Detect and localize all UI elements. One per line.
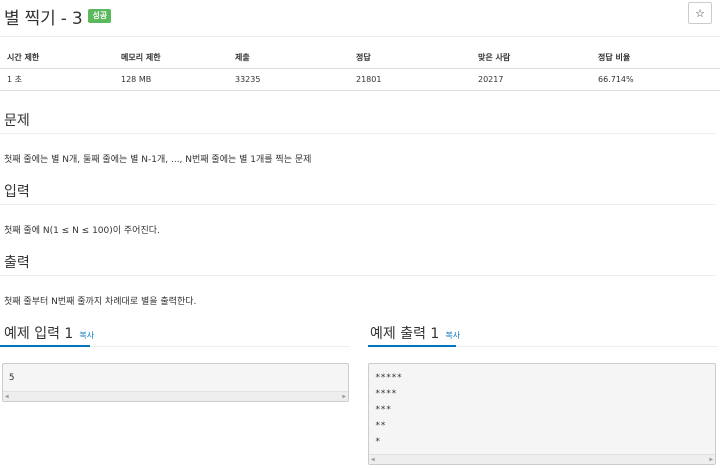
sample-output-underline [368, 345, 456, 347]
sample-input-underline [0, 345, 90, 347]
submissions-header: 제출 [228, 48, 349, 69]
problem-divider [0, 133, 716, 134]
problem-heading: 문제 [4, 113, 30, 129]
page-title: 별 찍기 - 3 [4, 8, 83, 29]
accepted-header: 정답 [349, 48, 471, 69]
problem-description: 첫째 줄에는 별 N개, 둘째 줄에는 별 N-1개, ..., N번째 줄에는… [4, 155, 312, 165]
input-divider [0, 204, 716, 205]
sample-input-box[interactable]: 5 ◀ ▶ [2, 363, 349, 402]
sample-output-heading: 예제 출력 1 복사 [370, 323, 460, 343]
time-limit-value: 1 초 [0, 68, 114, 91]
sample-input-scrollbar[interactable]: ◀ ▶ [3, 391, 348, 401]
sample-input-content: 5 [9, 373, 15, 383]
sample-output-title: 예제 출력 1 [370, 326, 440, 342]
scroll-right-arrow-icon[interactable]: ▶ [709, 456, 713, 463]
memory-limit-value: 128 MB [114, 68, 228, 91]
title-divider [0, 36, 720, 37]
time-limit-header: 시간 제한 [0, 48, 114, 69]
status-badge: 성공 [88, 9, 112, 23]
scroll-left-arrow-icon[interactable]: ◀ [371, 456, 375, 463]
scroll-left-arrow-icon[interactable]: ◀ [5, 393, 9, 400]
favorite-button[interactable]: ☆ [688, 2, 712, 24]
stats-header-row: 시간 제한 메모리 제한 제출 정답 맞은 사람 정답 비율 [0, 48, 720, 69]
problem-stats-table: 시간 제한 메모리 제한 제출 정답 맞은 사람 정답 비율 1 초 128 M… [0, 48, 720, 91]
stats-value-row: 1 초 128 MB 33235 21801 20217 66.714% [0, 68, 720, 91]
accuracy-header: 정답 비율 [591, 48, 720, 69]
scroll-right-arrow-icon[interactable]: ▶ [342, 393, 346, 400]
sample-input-copy-link[interactable]: 복사 [79, 330, 94, 341]
sample-output-copy-link[interactable]: 복사 [445, 330, 460, 341]
sample-output-box[interactable]: ***** **** *** ** * ◀ ▶ [368, 363, 716, 465]
output-divider [0, 275, 716, 276]
title-row: 별 찍기 - 3 성공 [4, 4, 112, 29]
sample-output-scrollbar[interactable]: ◀ ▶ [369, 454, 715, 464]
input-description: 첫째 줄에 N(1 ≤ N ≤ 100)이 주어진다. [4, 226, 160, 236]
input-heading: 입력 [4, 184, 30, 200]
sample-input-title: 예제 입력 1 [4, 326, 74, 342]
solved-users-value[interactable]: 20217 [471, 68, 591, 91]
accuracy-value: 66.714% [591, 68, 720, 91]
star-icon: ☆ [695, 6, 705, 20]
sample-output-content: ***** **** *** ** * [375, 373, 403, 447]
submissions-value[interactable]: 33235 [228, 68, 349, 91]
output-heading: 출력 [4, 255, 30, 271]
accepted-value[interactable]: 21801 [349, 68, 471, 91]
memory-limit-header: 메모리 제한 [114, 48, 228, 69]
solved-users-header: 맞은 사람 [471, 48, 591, 69]
output-description: 첫째 줄부터 N번째 줄까지 차례대로 별을 출력한다. [4, 297, 197, 307]
sample-input-heading: 예제 입력 1 복사 [4, 323, 94, 343]
